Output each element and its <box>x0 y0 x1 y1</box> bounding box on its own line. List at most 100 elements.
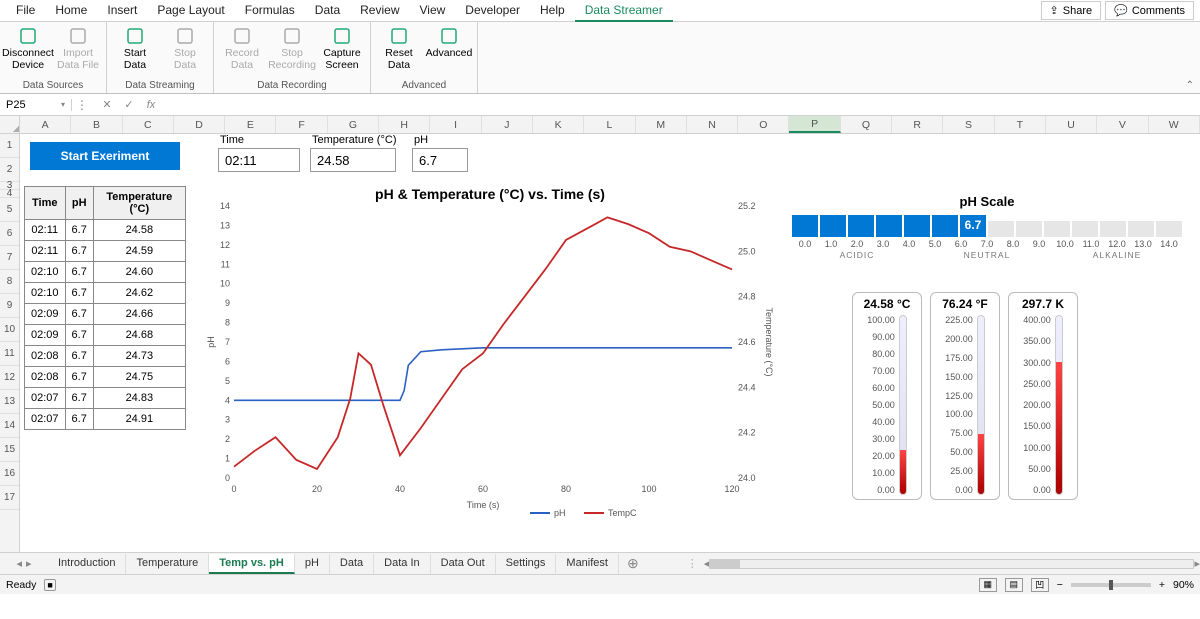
column-header-A[interactable]: A <box>20 116 71 133</box>
table-row: 02:096.724.66 <box>25 304 186 325</box>
row-header-8[interactable]: 8 <box>0 270 19 294</box>
menu-home[interactable]: Home <box>45 0 97 22</box>
sheet-tab-temperature[interactable]: Temperature <box>126 554 209 574</box>
sheet-tab-data[interactable]: Data <box>330 554 374 574</box>
fx-icon[interactable]: fx <box>144 99 158 111</box>
select-all-triangle[interactable]: ◢ <box>0 116 20 133</box>
column-header-O[interactable]: O <box>738 116 789 133</box>
column-header-R[interactable]: R <box>892 116 943 133</box>
menu-view[interactable]: View <box>410 0 456 22</box>
sheet-tab-introduction[interactable]: Introduction <box>48 554 126 574</box>
record-macro-icon[interactable]: ■ <box>44 579 55 591</box>
sheet-tab-manifest[interactable]: Manifest <box>556 554 619 574</box>
row-header-4[interactable]: 4 <box>0 190 19 198</box>
cancel-icon[interactable]: ✕ <box>100 98 114 111</box>
sheet-tab-data-out[interactable]: Data Out <box>431 554 496 574</box>
zoom-level[interactable]: 90% <box>1173 579 1194 591</box>
row-header-6[interactable]: 6 <box>0 222 19 246</box>
enter-icon[interactable]: ✓ <box>122 98 136 111</box>
page-break-view-icon[interactable]: 凹 <box>1031 578 1049 592</box>
column-header-E[interactable]: E <box>225 116 276 133</box>
menu-data-streamer[interactable]: Data Streamer <box>575 0 673 22</box>
share-button[interactable]: ⇪Share <box>1041 1 1102 20</box>
zoom-out-icon[interactable]: − <box>1057 579 1063 591</box>
worksheet-canvas[interactable]: Start Exeriment Time 02:11 Temperature (… <box>20 134 1200 552</box>
ribbon-start-button[interactable]: StartData <box>111 24 159 71</box>
page-layout-view-icon[interactable]: ▤ <box>1005 578 1023 592</box>
ribbon-import-button: ImportData File <box>54 24 102 71</box>
menu-file[interactable]: File <box>6 0 45 22</box>
menu-formulas[interactable]: Formulas <box>235 0 305 22</box>
row-header-7[interactable]: 7 <box>0 246 19 270</box>
column-header-Q[interactable]: Q <box>841 116 892 133</box>
menu-page-layout[interactable]: Page Layout <box>147 0 234 22</box>
column-header-C[interactable]: C <box>123 116 174 133</box>
zoom-slider[interactable] <box>1071 583 1151 587</box>
row-header-16[interactable]: 16 <box>0 462 19 486</box>
horizontal-scrollbar[interactable]: ⋮◂ ▸ <box>647 557 1200 570</box>
column-header-W[interactable]: W <box>1149 116 1200 133</box>
ribbon-group-label: Data Recording <box>218 80 366 92</box>
column-header-U[interactable]: U <box>1046 116 1097 133</box>
column-header-P[interactable]: P <box>789 116 840 133</box>
menu-data[interactable]: Data <box>305 0 350 22</box>
ribbon-disconnect-button[interactable]: DisconnectDevice <box>4 24 52 71</box>
column-header-F[interactable]: F <box>276 116 327 133</box>
ribbon-advanced-button[interactable]: Advanced <box>425 24 473 71</box>
ph-value-box: 6.7 <box>412 148 468 172</box>
zoom-in-icon[interactable]: + <box>1159 579 1165 591</box>
column-header-G[interactable]: G <box>328 116 379 133</box>
column-header-B[interactable]: B <box>71 116 122 133</box>
sheet-tab-data-in[interactable]: Data In <box>374 554 430 574</box>
column-header-H[interactable]: H <box>379 116 430 133</box>
collapse-ribbon-icon[interactable]: ⌃ <box>1186 80 1194 91</box>
row-header-17[interactable]: 17 <box>0 486 19 510</box>
column-header-T[interactable]: T <box>995 116 1046 133</box>
menu-insert[interactable]: Insert <box>97 0 147 22</box>
row-header-1[interactable]: 1 <box>0 134 19 158</box>
comments-button[interactable]: 💬Comments <box>1105 1 1194 20</box>
sheet-tab-ph[interactable]: pH <box>295 554 330 574</box>
ribbon-group-label: Data Sources <box>4 80 102 92</box>
sheet-nav[interactable]: ◂▸ <box>0 557 48 570</box>
sheet-tab-temp-vs-ph[interactable]: Temp vs. pH <box>209 554 295 574</box>
column-header-S[interactable]: S <box>943 116 994 133</box>
column-header-D[interactable]: D <box>174 116 225 133</box>
svg-text:24.6: 24.6 <box>738 337 756 347</box>
ribbon-reset-button[interactable]: ResetData <box>375 24 423 71</box>
start-experiment-button[interactable]: Start Exeriment <box>30 142 180 170</box>
table-row: 02:096.724.68 <box>25 325 186 346</box>
table-row: 02:106.724.60 <box>25 262 186 283</box>
svg-text:24.0: 24.0 <box>738 473 756 483</box>
column-header-N[interactable]: N <box>687 116 738 133</box>
column-header-J[interactable]: J <box>482 116 533 133</box>
row-header-14[interactable]: 14 <box>0 414 19 438</box>
column-header-K[interactable]: K <box>533 116 584 133</box>
reset-icon <box>389 26 409 46</box>
sheet-tab-settings[interactable]: Settings <box>496 554 557 574</box>
ribbon-capture-button[interactable]: CaptureScreen <box>318 24 366 71</box>
add-sheet-button[interactable]: ⊕ <box>619 555 647 572</box>
menu-review[interactable]: Review <box>350 0 409 22</box>
chart-svg: 0123456789101112131424.024.224.424.624.8… <box>204 202 776 522</box>
name-box[interactable]: P25▾ <box>0 99 72 111</box>
namebox-options[interactable]: ⋮ <box>72 98 92 112</box>
ph-scale-title: pH Scale <box>792 194 1182 209</box>
normal-view-icon[interactable]: ▦ <box>979 578 997 592</box>
column-header-V[interactable]: V <box>1097 116 1148 133</box>
column-header-M[interactable]: M <box>636 116 687 133</box>
column-header-L[interactable]: L <box>584 116 635 133</box>
stoprec-icon <box>282 26 302 46</box>
row-header-12[interactable]: 12 <box>0 366 19 390</box>
row-header-5[interactable]: 5 <box>0 198 19 222</box>
capture-icon <box>332 26 352 46</box>
menu-developer[interactable]: Developer <box>455 0 530 22</box>
menu-help[interactable]: Help <box>530 0 575 22</box>
row-header-11[interactable]: 11 <box>0 342 19 366</box>
row-header-13[interactable]: 13 <box>0 390 19 414</box>
row-header-9[interactable]: 9 <box>0 294 19 318</box>
column-header-I[interactable]: I <box>430 116 481 133</box>
row-header-15[interactable]: 15 <box>0 438 19 462</box>
row-header-10[interactable]: 10 <box>0 318 19 342</box>
row-header-2[interactable]: 2 <box>0 158 19 182</box>
